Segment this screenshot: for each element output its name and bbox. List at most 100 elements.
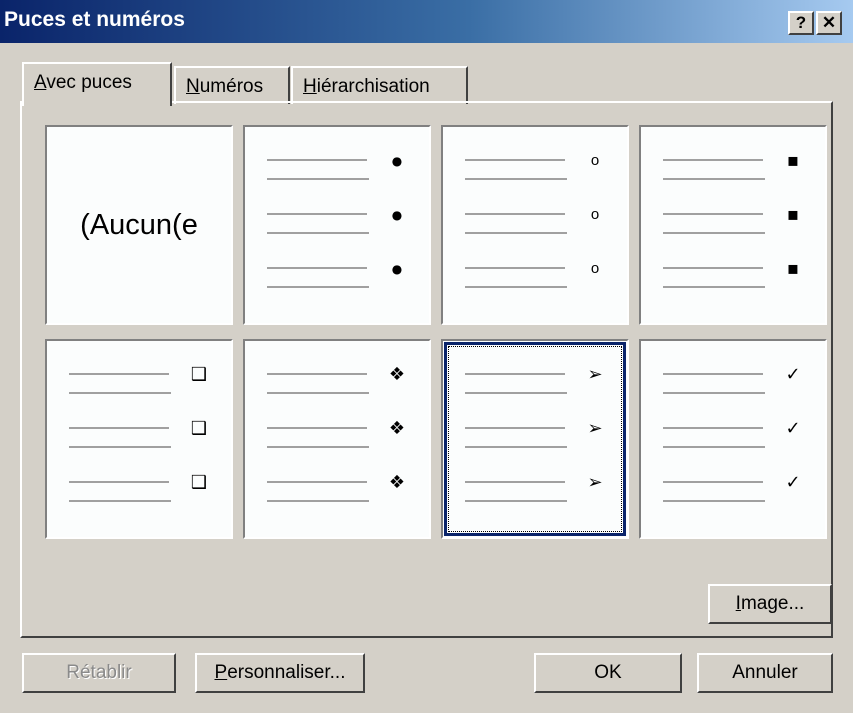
sample-list-row: o xyxy=(465,149,615,189)
sample-text-line xyxy=(465,481,565,483)
sample-list-row: ❖ xyxy=(267,417,417,457)
sample-text-line xyxy=(267,500,369,502)
sample-text-line xyxy=(663,286,765,288)
bullet-option-checkmark[interactable]: ✓ ✓ ✓ xyxy=(639,339,827,539)
sample-text-line xyxy=(663,159,763,161)
sample-text-line xyxy=(663,373,763,375)
sample-list-row: ✓ xyxy=(663,417,813,457)
bullet-option-four-diamonds[interactable]: ❖ ❖ ❖ xyxy=(243,339,431,539)
bullet-hollow-square-icon: ❑ xyxy=(190,364,208,385)
tab-avec-puces-label: vec puces xyxy=(46,72,132,93)
bullet-option-hollow-square[interactable]: ❑ ❑ ❑ xyxy=(45,339,233,539)
bullet-four-diamonds-icon: ❖ xyxy=(388,472,406,493)
sample-text-line xyxy=(663,267,763,269)
sample-text-line xyxy=(69,427,169,429)
sample-text-line xyxy=(267,286,369,288)
sample-text-line xyxy=(465,286,567,288)
sample-text-line xyxy=(267,481,367,483)
sample-list-row: ➢ xyxy=(465,363,615,403)
bullet-four-diamonds-icon: ❖ xyxy=(388,418,406,439)
sample-text-line xyxy=(465,178,567,180)
bullet-dot-icon: ● xyxy=(391,208,403,222)
sample-text-line xyxy=(267,267,367,269)
sample-text-line xyxy=(465,373,565,375)
sample-text-line xyxy=(267,232,369,234)
sample-list-row: o xyxy=(465,257,615,297)
bullet-arrowhead-icon: ➢ xyxy=(587,418,603,439)
sample-text-line xyxy=(267,373,367,375)
sample-list-row: o xyxy=(465,203,615,243)
sample-text-line xyxy=(663,392,765,394)
window-title: Puces et numéros xyxy=(4,8,185,31)
sample-list-row: ✓ xyxy=(663,471,813,511)
sample-text-line xyxy=(69,481,169,483)
sample-text-line xyxy=(465,267,565,269)
bullet-circle-icon: o xyxy=(590,260,600,277)
bullet-dot-icon: ● xyxy=(391,262,403,276)
bullet-arrowhead-icon: ➢ xyxy=(587,364,603,385)
bullet-circle-icon: o xyxy=(590,206,600,223)
bullet-four-diamonds-icon: ❖ xyxy=(388,364,406,385)
bullet-checkmark-icon: ✓ xyxy=(785,472,801,493)
sample-list-row: ❑ xyxy=(69,363,219,403)
bullet-option-none-label: (Aucun(e xyxy=(80,208,198,241)
bullet-option-circle[interactable]: o o o xyxy=(441,125,629,325)
sample-list-row: ❑ xyxy=(69,417,219,457)
sample-text-line xyxy=(663,178,765,180)
sample-text-line xyxy=(465,213,565,215)
ok-button[interactable]: OK xyxy=(534,653,682,693)
image-button[interactable]: Image... xyxy=(708,584,832,624)
tab-numeros-label: uméros xyxy=(199,76,264,97)
tab-hierarchisation[interactable]: Hiérarchisation xyxy=(291,66,468,104)
reset-button[interactable]: Rétablir xyxy=(22,653,176,693)
bullet-arrowhead-icon: ➢ xyxy=(587,472,603,493)
bullet-option-square[interactable]: ▪ ▪ ▪ xyxy=(639,125,827,325)
sample-text-line xyxy=(465,427,565,429)
tab-numeros[interactable]: Numéros xyxy=(174,66,290,104)
sample-list-row: ❖ xyxy=(267,471,417,511)
sample-text-line xyxy=(267,178,369,180)
title-bar: Puces et numéros ? ✕ xyxy=(0,0,853,43)
sample-list-row: ● xyxy=(267,149,417,189)
bullet-square-icon: ▪ xyxy=(786,150,800,171)
customize-button-mnemonic: P xyxy=(214,662,228,683)
sample-list-row: ➢ xyxy=(465,417,615,457)
image-button-label: mage... xyxy=(740,593,805,614)
tab-hierarchisation-mnemonic: H xyxy=(303,76,317,97)
sample-list-row: ● xyxy=(267,257,417,297)
tab-panel: (Aucun(e ● ● ● o o o ▪ ▪ ▪ ❑ ❑ ❑ ❖ ❖ ❖ ➢ ➢ ➢ ✓ ✓ ✓ xyxy=(20,101,833,638)
sample-list-row: ● xyxy=(267,203,417,243)
tab-avec-puces[interactable]: Avec puces xyxy=(22,62,172,106)
sample-text-line xyxy=(465,500,567,502)
bullet-checkmark-icon: ✓ xyxy=(785,364,801,385)
sample-text-line xyxy=(69,373,169,375)
sample-list-row: ❑ xyxy=(69,471,219,511)
customize-button[interactable]: Personnaliser... xyxy=(195,653,365,693)
sample-text-line xyxy=(663,213,763,215)
bullet-hollow-square-icon: ❑ xyxy=(190,418,208,439)
sample-text-line xyxy=(465,159,565,161)
sample-text-line xyxy=(663,232,765,234)
bullet-square-icon: ▪ xyxy=(786,258,800,279)
sample-text-line xyxy=(663,481,763,483)
sample-text-line xyxy=(69,392,171,394)
bullet-checkmark-icon: ✓ xyxy=(785,418,801,439)
customize-button-label: ersonnaliser... xyxy=(227,662,346,683)
sample-text-line xyxy=(663,427,763,429)
sample-text-line xyxy=(465,232,567,234)
bullet-circle-icon: o xyxy=(590,152,600,169)
sample-text-line xyxy=(465,446,567,448)
sample-list-row: ▪ xyxy=(663,257,813,297)
bullet-option-dot[interactable]: ● ● ● xyxy=(243,125,431,325)
cancel-button[interactable]: Annuler xyxy=(697,653,833,693)
tab-numeros-mnemonic: N xyxy=(186,76,200,97)
sample-list-row: ➢ xyxy=(465,471,615,511)
bullet-option-arrowhead[interactable]: ➢ ➢ ➢ xyxy=(441,339,629,539)
close-button[interactable]: ✕ xyxy=(816,11,842,35)
help-button[interactable]: ? xyxy=(788,11,814,35)
sample-list-row: ▪ xyxy=(663,203,813,243)
bullet-gallery: (Aucun(e ● ● ● o o o ▪ ▪ ▪ ❑ ❑ ❑ ❖ ❖ ❖ ➢ ➢ ➢ ✓ ✓ ✓ xyxy=(45,125,835,539)
bullet-option-none[interactable]: (Aucun(e xyxy=(45,125,233,325)
sample-list-row: ❖ xyxy=(267,363,417,403)
tab-hierarchisation-label: iérarchisation xyxy=(316,76,430,97)
